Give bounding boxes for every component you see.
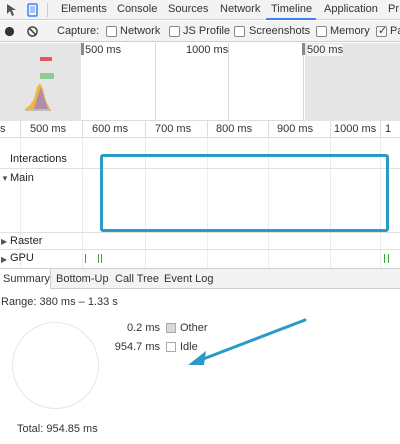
tab-sources[interactable]: Sources — [168, 3, 208, 15]
gpu-event[interactable] — [98, 254, 99, 263]
ruler-tick — [207, 121, 208, 138]
other-duration: 0.2 ms — [126, 322, 160, 334]
tab-application[interactable]: Application — [324, 3, 378, 15]
gpu-event[interactable] — [388, 254, 389, 263]
ruler-tick — [145, 121, 146, 138]
ruler-tick — [330, 121, 331, 138]
toolbar-divider — [47, 3, 48, 17]
ruler-label: 900 ms — [277, 123, 314, 135]
ruler-label: s — [0, 123, 6, 135]
gpu-expand-icon[interactable]: ▶ — [1, 255, 7, 264]
network-checkbox[interactable] — [106, 26, 117, 37]
other-swatch — [166, 323, 176, 333]
tab-event-log[interactable]: Event Log — [164, 273, 214, 285]
gpu-event[interactable] — [101, 254, 102, 263]
tab-console[interactable]: Console — [117, 3, 157, 15]
raster-expand-icon[interactable]: ▶ — [1, 237, 7, 246]
screenshots-checkbox[interactable] — [234, 26, 245, 37]
overview-time-label: 500 ms — [307, 44, 344, 56]
gpu-event[interactable] — [384, 254, 385, 263]
gpu-track-label[interactable]: GPU — [10, 252, 34, 264]
main-expand-icon[interactable]: ▼ — [1, 174, 9, 183]
overview-gridline — [155, 43, 156, 121]
active-tab-indicator — [266, 18, 316, 20]
js-profile-checkbox[interactable] — [169, 26, 180, 37]
idle-swatch — [166, 342, 176, 352]
device-mode-icon[interactable] — [25, 2, 41, 18]
overview-time-label: 500 ms — [85, 44, 122, 56]
track-divider — [0, 249, 400, 250]
total-duration: Total: 954.85 ms — [17, 423, 98, 435]
tab-profiles[interactable]: Pr — [388, 3, 399, 15]
summary-pie-chart — [12, 322, 99, 409]
ruler-label: 1000 ms — [334, 123, 377, 135]
record-icon[interactable] — [4, 26, 15, 37]
devtools-tab-bar: Elements Console Sources Network Timelin… — [0, 0, 400, 20]
raster-track-label[interactable]: Raster — [10, 235, 42, 247]
overview-time-label: 1000 ms — [186, 44, 229, 56]
selection-range: Range: 380 ms – 1.33 s — [1, 296, 118, 308]
empty-main-thread-highlight — [100, 154, 389, 232]
track-divider — [0, 232, 400, 233]
tab-bottom-up[interactable]: Bottom-Up — [56, 273, 109, 285]
paint-checkbox[interactable] — [376, 24, 387, 37]
paint-option-label[interactable]: Pa — [390, 25, 400, 37]
time-ruler: s 500 ms 600 ms 700 ms 800 ms 900 ms 100… — [0, 121, 400, 138]
tab-elements[interactable]: Elements — [61, 3, 107, 15]
overview-activity-graph — [25, 57, 54, 111]
ruler-label: 700 ms — [155, 123, 192, 135]
ruler-label: 800 ms — [216, 123, 253, 135]
annotation-arrow-icon — [188, 318, 307, 365]
details-tab-bar: Summary Bottom-Up Call Tree Event Log — [0, 268, 400, 289]
capture-label: Capture: — [57, 25, 100, 37]
tab-call-tree[interactable]: Call Tree — [115, 273, 159, 285]
idle-duration: 954.7 ms — [114, 341, 160, 353]
memory-checkbox[interactable] — [316, 26, 327, 37]
network-option-label[interactable]: Network — [120, 25, 160, 37]
capture-toolbar: Capture: Network JS Profile Screenshots … — [0, 21, 400, 42]
timeline-overview[interactable]: 500 ms 1000 ms 500 ms — [0, 43, 400, 121]
ruler-tick — [82, 121, 83, 138]
ruler-tick — [20, 121, 21, 138]
tab-network[interactable]: Network — [220, 3, 260, 15]
gpu-event[interactable] — [85, 254, 86, 263]
js-profile-option-label[interactable]: JS Profile — [183, 25, 230, 37]
overview-left-handle[interactable] — [81, 43, 84, 55]
tab-summary[interactable]: Summary — [3, 273, 50, 285]
memory-option-label[interactable]: Memory — [330, 25, 370, 37]
ruler-label: 500 ms — [30, 123, 67, 135]
ruler-label: 600 ms — [92, 123, 129, 135]
tab-timeline[interactable]: Timeline — [271, 3, 312, 15]
main-track-label[interactable]: Main — [10, 172, 34, 184]
interactions-track-label[interactable]: Interactions — [10, 153, 67, 165]
ruler-label: 1 — [385, 123, 392, 135]
overview-right-handle[interactable] — [302, 43, 305, 55]
inspect-element-icon[interactable] — [5, 2, 21, 18]
ruler-tick — [380, 121, 381, 138]
ruler-tick — [268, 121, 269, 138]
clear-icon[interactable] — [27, 26, 38, 37]
screenshots-option-label[interactable]: Screenshots — [249, 25, 310, 37]
